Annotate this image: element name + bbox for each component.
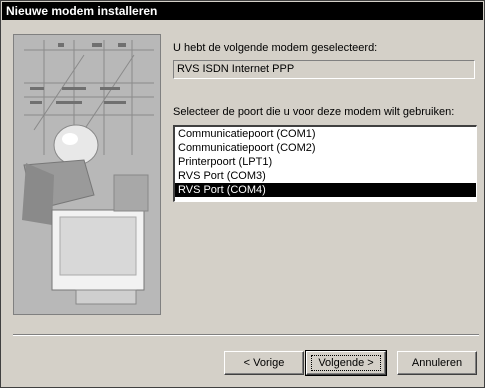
cancel-button-label: Annuleren [411,357,463,369]
port-select-label: Selecteer de poort die u voor deze modem… [173,106,455,118]
wizard-dialog: Nieuwe modem installeren U hebt de volge… [0,0,485,388]
window-title: Nieuwe modem installeren [6,4,158,18]
port-list-item-selected[interactable]: RVS Port (COM4) [175,183,476,197]
selected-modem-label: U hebt de volgende modem geselecteerd: [173,42,378,54]
port-list-item[interactable]: RVS Port (COM3) [175,169,476,183]
next-button[interactable]: Volgende > [305,350,387,376]
wizard-illustration [13,34,161,315]
selected-modem-field: RVS ISDN Internet PPP [173,60,475,79]
next-button-label: Volgende > [311,355,381,371]
port-list-item[interactable]: Printerpoort (LPT1) [175,155,476,169]
cancel-button[interactable]: Annuleren [397,351,477,375]
button-divider [13,334,479,336]
port-list-item[interactable]: Communicatiepoort (COM2) [175,141,476,155]
modem-monitor-illustration [14,35,160,314]
title-bar[interactable]: Nieuwe modem installeren [2,2,483,20]
back-button[interactable]: < Vorige [224,351,304,375]
back-button-label: < Vorige [243,357,285,369]
port-list-item[interactable]: Communicatiepoort (COM1) [175,127,476,141]
port-list[interactable]: Communicatiepoort (COM1) Communicatiepoo… [173,125,477,202]
